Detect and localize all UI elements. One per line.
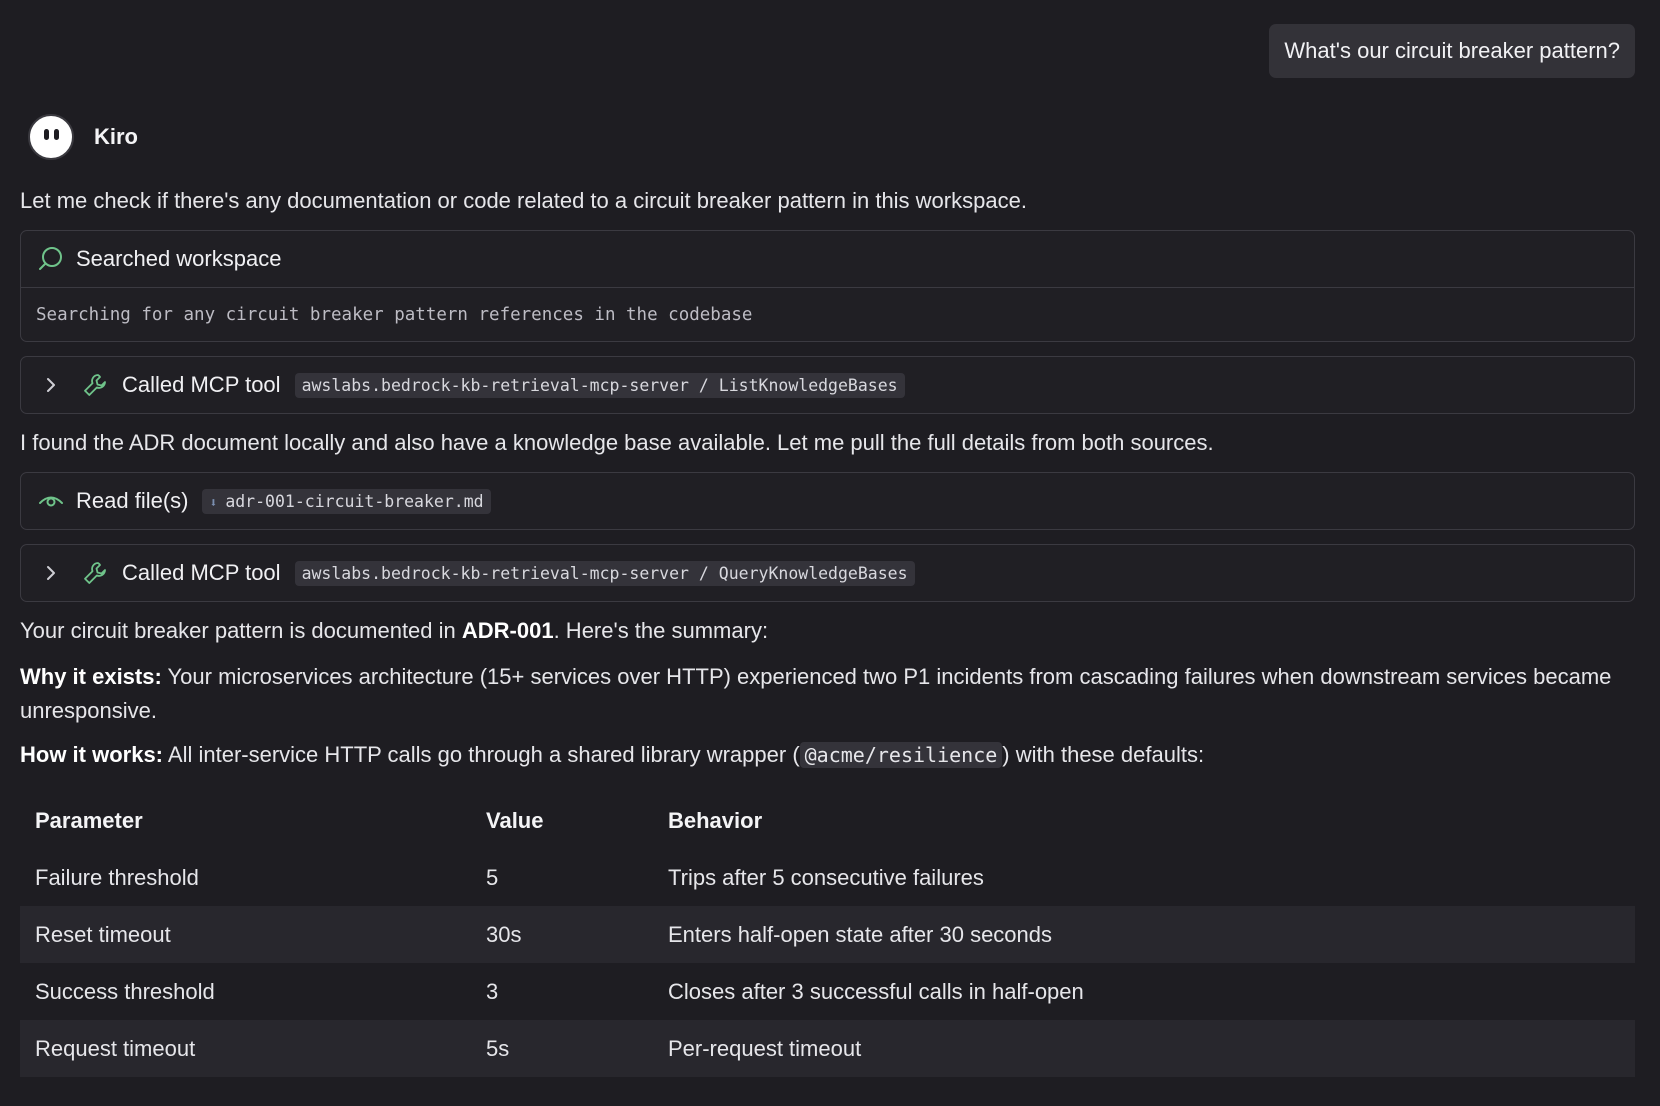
user-message-row: What's our circuit breaker pattern? [20,0,1635,78]
cell-value: 5 [486,864,499,890]
header-value: Value [486,807,544,833]
read-file-card[interactable]: Read file(s) ⬇ adr-001-circuit-breaker.md [20,472,1635,530]
cell-behavior: Closes after 3 successful calls in half-… [668,978,1084,1004]
why-text: Your microservices architecture (15+ ser… [20,664,1612,723]
cell-value: 3 [486,978,499,1004]
table-header-row: Parameter Value Behavior [20,792,1635,849]
cell-value: 5s [471,1020,653,1077]
agent-intro-text: Let me check if there's any documentatio… [20,188,1027,213]
how-text: All inter-service HTTP calls go through … [163,742,800,767]
table-row: Success threshold 3 Closes after 3 succe… [20,963,1635,1020]
mcp-call-2-tool: awslabs.bedrock-kb-retrieval-mcp-server … [294,560,915,586]
cell-parameter: Request timeout [20,1020,471,1077]
cell-parameter: Reset timeout [20,906,471,963]
search-card-title: Searched workspace [76,246,282,271]
how-suffix: ) with these defaults: [1002,742,1205,767]
why-it-exists: Why it exists: Your microservices archit… [20,660,1635,728]
summary-lead-text: Your circuit breaker pattern is document… [20,618,462,643]
found-text: I found the ADR document locally and als… [20,430,1214,455]
how-it-works: How it works: All inter-service HTTP cal… [20,738,1635,772]
header-behavior: Behavior [668,807,763,833]
library-code: @acme/resilience [799,742,1003,768]
defaults-table: Parameter Value Behavior Failure thresho… [20,792,1635,1077]
read-file-name: adr-001-circuit-breaker.md [225,491,484,511]
why-label: Why it exists: [20,664,162,689]
chevron-right-icon[interactable] [36,564,66,582]
read-file-chip[interactable]: ⬇ adr-001-circuit-breaker.md [202,488,491,514]
mcp-call-1-title: Called MCP tool [122,372,281,397]
adr-reference: ADR-001 [461,618,554,643]
table-row: Request timeout 5s Per-request timeout [20,1020,1635,1077]
cell-behavior: Trips after 5 consecutive failures [668,864,984,890]
agent-name: Kiro [94,124,138,149]
wrench-icon [80,558,110,588]
kiro-avatar-icon [28,114,74,160]
how-label: How it works: [20,742,164,767]
search-card-detail: Searching for any circuit breaker patter… [21,287,1634,341]
cell-parameter: Success threshold [35,978,215,1004]
summary-lead-suffix: . Here's the summary: [553,618,769,643]
agent-header: Kiro [20,114,1635,160]
mcp-call-2-title: Called MCP tool [122,560,281,585]
header-parameter: Parameter [35,807,143,833]
eye-icon [36,486,66,516]
mcp-call-1-tool: awslabs.bedrock-kb-retrieval-mcp-server … [294,372,905,398]
search-card[interactable]: Searched workspace Searching for any cir… [20,230,1635,342]
user-message: What's our circuit breaker pattern? [1269,24,1635,78]
cell-value: 30s [471,906,653,963]
table-row: Failure threshold 5 Trips after 5 consec… [20,849,1635,906]
cell-parameter: Failure threshold [35,864,199,890]
cell-behavior: Per-request timeout [653,1020,1635,1077]
mcp-call-card-2[interactable]: Called MCP tool awslabs.bedrock-kb-retri… [20,544,1635,602]
mcp-call-card-1[interactable]: Called MCP tool awslabs.bedrock-kb-retri… [20,356,1635,414]
cell-behavior: Enters half-open state after 30 seconds [653,906,1635,963]
chat-panel: What's our circuit breaker pattern? Kiro… [0,0,1660,1106]
read-file-title: Read file(s) [76,488,189,513]
markdown-file-icon: ⬇ [209,495,218,511]
table-row: Reset timeout 30s Enters half-open state… [20,906,1635,963]
search-icon [36,244,66,274]
summary-lead: Your circuit breaker pattern is document… [20,614,1635,648]
chevron-right-icon[interactable] [36,376,66,394]
wrench-icon [80,370,110,400]
